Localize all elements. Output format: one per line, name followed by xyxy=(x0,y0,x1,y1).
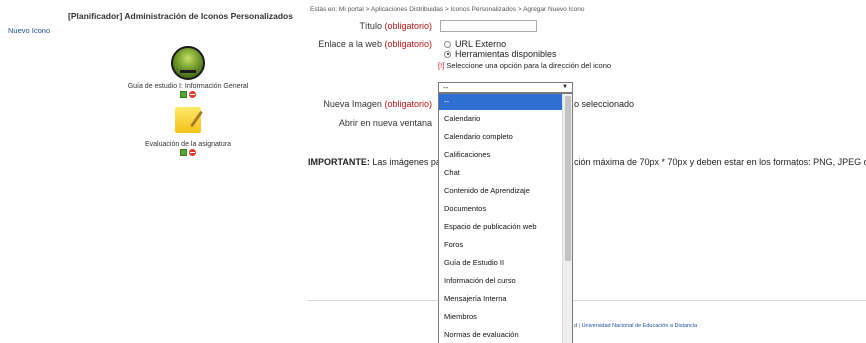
footer-university-link[interactable]: Universidad Nacional de Educación a Dist… xyxy=(582,323,698,329)
dropdown-option[interactable]: Calendario completo xyxy=(439,128,572,146)
title-label: Título (obligatorio) xyxy=(359,21,432,31)
scrollbar-thumb[interactable] xyxy=(565,96,571,261)
breadcrumb-item-icons[interactable]: Iconos Personalizados xyxy=(451,6,516,13)
breadcrumb-item-portal[interactable]: Mi portal xyxy=(339,6,364,13)
dropdown-option[interactable]: Normas de evaluación xyxy=(439,326,572,343)
new-icon-link[interactable]: Nuevo Icono xyxy=(8,26,50,35)
icon-card: Guía de estudio I: Información General xyxy=(103,46,273,98)
breadcrumb: Estás en: Mi portal > Aplicaciones Distr… xyxy=(310,6,585,13)
image-label-text: Nueva Imagen xyxy=(323,99,382,109)
link-label: Enlace a la web (obligatorio) xyxy=(318,39,432,49)
footer-partial: d xyxy=(574,323,578,329)
link-label-text: Enlace a la web xyxy=(318,39,382,49)
warning-text: Seleccione una opción para la dirección … xyxy=(446,61,612,70)
title-label-text: Título xyxy=(359,21,382,31)
radio-label: Herramientas disponibles xyxy=(455,49,557,59)
title-input[interactable] xyxy=(440,20,537,32)
breadcrumb-prefix: Estás en: xyxy=(310,6,338,13)
breadcrumb-separator: > xyxy=(517,6,522,13)
green-globe-icon[interactable] xyxy=(171,46,205,80)
image-label: Nueva Imagen (obligatorio) xyxy=(323,99,432,109)
icon-caption: Evaluación de la asignatura xyxy=(144,141,231,148)
tool-select[interactable]: -- ▼ xyxy=(438,82,573,93)
footer-divider xyxy=(308,300,866,301)
dropdown-option[interactable]: Documentos xyxy=(439,200,572,218)
important-note: IMPORTANTE: Las imágenes par xyxy=(308,157,444,167)
breadcrumb-item-course[interactable]: Aplicaciones Distribuidas xyxy=(371,6,443,13)
icon-card: Evaluación de la asignatura xyxy=(103,107,273,156)
important-label: IMPORTANTE: xyxy=(308,157,370,167)
icon-caption: Guía de estudio I: Información General xyxy=(127,83,249,90)
dropdown-option[interactable]: Espacio de publicación web xyxy=(439,218,572,236)
delete-icon[interactable] xyxy=(189,149,196,156)
dropdown-option[interactable]: Calendario xyxy=(439,110,572,128)
dropdown-option[interactable]: Guía de Estudio II xyxy=(439,254,572,272)
file-status: o seleccionado xyxy=(574,99,635,109)
dropdown-option[interactable]: Miembros xyxy=(439,308,572,326)
delete-icon[interactable] xyxy=(189,91,196,98)
radio-label: URL Externo xyxy=(455,39,507,49)
tool-dropdown-list[interactable]: -- Calendario Calendario completo Calificac… xyxy=(438,93,573,343)
edit-icon[interactable] xyxy=(180,149,187,156)
footer: d | Universidad Nacional de Educación a … xyxy=(574,323,698,329)
panel-title: [Planificador] Administración de Iconos … xyxy=(68,11,293,21)
dropdown-option[interactable]: Contenido de Aprendizaje xyxy=(439,182,572,200)
new-window-label: Abrir en nueva ventana xyxy=(338,118,432,128)
dropdown-option[interactable]: Foros xyxy=(439,236,572,254)
breadcrumb-item-current: Agregar Nuevo Icono xyxy=(523,6,585,13)
required-marker: (obligatorio) xyxy=(384,21,432,31)
chevron-down-icon[interactable]: ▼ xyxy=(562,83,568,92)
radio-available-tools[interactable]: Herramientas disponibles xyxy=(444,49,557,59)
radio-button[interactable] xyxy=(444,40,451,48)
important-text-start: Las imágenes par xyxy=(372,157,444,167)
breadcrumb-separator: > xyxy=(365,6,370,13)
warning-icon: [!] xyxy=(438,61,445,70)
important-text-end: ción máxima de 70px * 70px y deben estar… xyxy=(574,157,866,167)
edit-icon[interactable] xyxy=(180,91,187,98)
dropdown-option[interactable]: -- xyxy=(439,94,572,110)
required-marker: (obligatorio) xyxy=(384,99,432,109)
dropdown-option[interactable]: Chat xyxy=(439,164,572,182)
yellow-notepad-icon[interactable] xyxy=(175,107,203,133)
link-warning: [!] Seleccione una opción para la direcc… xyxy=(438,61,611,70)
dropdown-scrollbar[interactable] xyxy=(562,94,572,343)
tool-select-value: -- xyxy=(443,83,449,92)
required-marker: (obligatorio) xyxy=(384,39,432,49)
radio-button[interactable] xyxy=(444,50,451,58)
dropdown-option[interactable]: Mensajería Interna xyxy=(439,290,572,308)
dropdown-option[interactable]: Información del curso xyxy=(439,272,572,290)
breadcrumb-separator: > xyxy=(445,6,449,13)
dropdown-option[interactable]: Calificaciones xyxy=(439,146,572,164)
radio-url-external[interactable]: URL Externo xyxy=(444,39,506,49)
